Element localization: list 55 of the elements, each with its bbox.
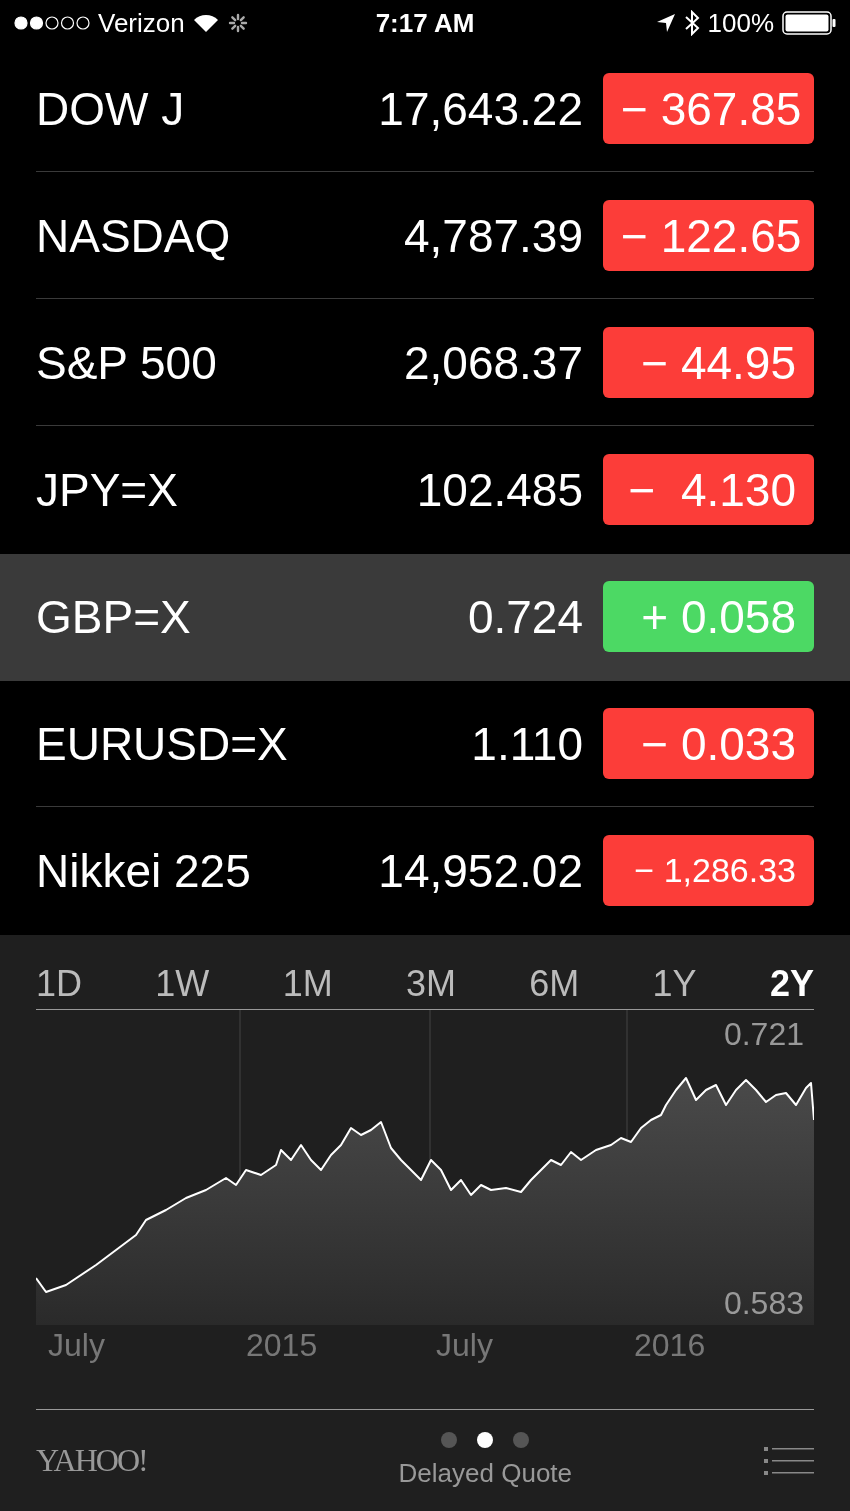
- wifi-icon: [192, 13, 219, 33]
- stock-symbol: S&P 500: [36, 335, 218, 390]
- carrier-name: Verizon: [98, 7, 185, 39]
- stock-price: 1.110: [471, 716, 583, 771]
- range-tab[interactable]: 6M: [529, 963, 580, 1005]
- yahoo-logo: YAHOO!: [36, 1442, 147, 1479]
- page-dot[interactable]: [477, 1432, 494, 1448]
- range-tab[interactable]: 1D: [36, 963, 83, 1005]
- range-tab[interactable]: 1Y: [652, 963, 697, 1005]
- stock-symbol: Nikkei 225: [36, 843, 252, 898]
- change-badge[interactable]: − 44.95: [603, 327, 814, 398]
- quote-row[interactable]: NASDAQ 4,787.39 − 122.65: [0, 173, 850, 300]
- bluetooth-icon: [683, 10, 700, 36]
- range-tab[interactable]: 2Y: [769, 963, 814, 1005]
- stock-symbol: DOW J: [36, 81, 186, 136]
- stock-price: 14,952.02: [378, 843, 583, 898]
- range-tab[interactable]: 3M: [405, 963, 456, 1005]
- stock-price: 17,643.22: [378, 81, 583, 136]
- page-dot[interactable]: [441, 1432, 458, 1448]
- clock-time: 7:17 AM: [375, 7, 475, 39]
- quote-row[interactable]: GBP=X 0.724 + 0.058: [0, 554, 850, 681]
- stock-symbol: NASDAQ: [36, 208, 232, 263]
- change-badge[interactable]: − 1,286.33: [603, 835, 814, 906]
- quote-row[interactable]: EURUSD=X 1.110 − 0.033: [0, 681, 850, 808]
- page-dot[interactable]: [513, 1432, 530, 1448]
- activity-spinner-icon: [226, 12, 249, 34]
- change-badge[interactable]: − 0.033: [603, 708, 814, 779]
- axis-label: 2015: [246, 1327, 318, 1364]
- quote-row[interactable]: JPY=X 102.485 − 4.130: [0, 427, 850, 554]
- location-arrow-icon: [655, 13, 676, 33]
- quote-row[interactable]: S&P 500 2,068.37 − 44.95: [0, 300, 850, 427]
- stock-symbol: EURUSD=X: [36, 716, 289, 771]
- stock-price: 0.724: [467, 589, 583, 644]
- range-tab[interactable]: 1M: [282, 963, 333, 1005]
- battery-percent: 100%: [707, 7, 774, 39]
- delayed-quote-caption: Delayed Quote: [398, 1458, 573, 1489]
- axis-label: 2016: [634, 1327, 706, 1364]
- range-tab[interactable]: 1W: [155, 963, 210, 1005]
- battery-icon: [782, 11, 836, 35]
- change-badge[interactable]: − 4.130: [603, 454, 814, 525]
- min-value-label: 0.583: [723, 1285, 804, 1322]
- stock-price: 102.485: [416, 462, 583, 517]
- quote-row[interactable]: DOW J 17,643.22 − 367.85: [0, 46, 850, 173]
- signal-icon: [14, 16, 90, 30]
- list-icon[interactable]: [764, 1445, 814, 1476]
- stock-price: 2,068.37: [403, 335, 583, 390]
- change-badge[interactable]: − 367.85: [603, 73, 814, 144]
- change-badge[interactable]: − 122.65: [603, 200, 814, 271]
- max-value-label: 0.721: [723, 1016, 804, 1053]
- stock-price: 4,787.39: [403, 208, 583, 263]
- stock-symbol: JPY=X: [36, 462, 179, 517]
- axis-label: July: [48, 1327, 105, 1364]
- axis-label: July: [436, 1327, 493, 1364]
- stock-symbol: GBP=X: [36, 589, 192, 644]
- quote-row[interactable]: Nikkei 225 14,952.02 − 1,286.33: [0, 808, 850, 935]
